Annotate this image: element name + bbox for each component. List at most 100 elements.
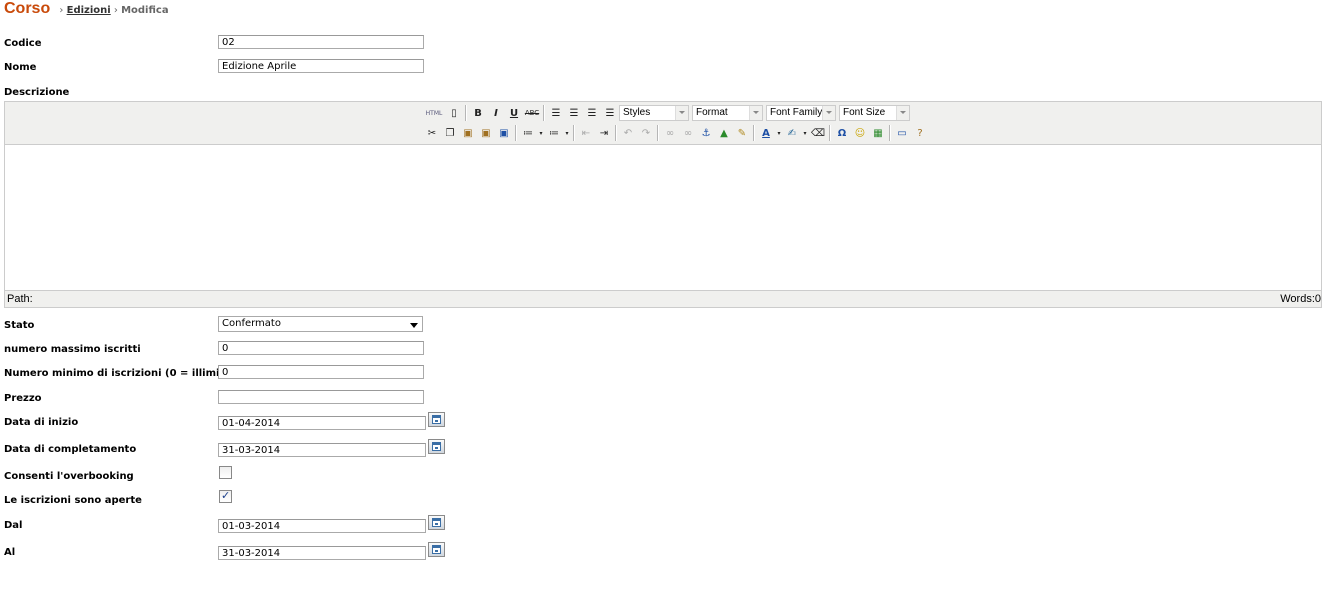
- stato-select[interactable]: Confermato: [218, 316, 423, 332]
- chevron-down-icon: [822, 106, 835, 120]
- background-color-icon[interactable]: ✍: [783, 124, 801, 142]
- indent-icon[interactable]: ⇥: [595, 124, 613, 142]
- copy-icon[interactable]: ❐: [441, 124, 459, 142]
- chevron-down-icon: [896, 106, 909, 120]
- toolbar-row-2: ✂ ❐ ▣ ▣ ▣ ≔ ▾ ≔ ▾ ⇤ ⇥ ↶ ↷ ∞ ∞ ⚓ ▲ ✎ A ▾ …: [423, 123, 929, 143]
- toolbar-separator: [543, 105, 545, 121]
- breadcrumb-current: Modifica: [121, 5, 169, 16]
- toolbar-separator: [829, 125, 831, 141]
- font-size-dropdown[interactable]: Font Size: [839, 105, 910, 121]
- stato-select-value: Confermato: [222, 318, 281, 329]
- media-icon[interactable]: ▦: [869, 124, 887, 142]
- styles-dropdown[interactable]: Styles: [619, 105, 689, 121]
- breadcrumb-separator: ›: [113, 5, 118, 16]
- toolbar-separator: [657, 125, 659, 141]
- outdent-icon[interactable]: ⇤: [577, 124, 595, 142]
- overbooking-checkbox[interactable]: [219, 466, 232, 479]
- editor-statusbar: Path: Words:0: [5, 291, 1321, 307]
- min-iscritti-input[interactable]: [218, 365, 424, 379]
- toolbar-row-1: HTML ▯ B I U ABC ☰ ☰ ☰ ☰ Styles Format F…: [423, 103, 913, 123]
- bold-button[interactable]: B: [469, 104, 487, 122]
- fullscreen-icon[interactable]: ▭: [893, 124, 911, 142]
- chevron-down-icon[interactable]: ▾: [775, 124, 783, 142]
- chevron-down-icon[interactable]: ▾: [537, 124, 545, 142]
- editor-word-count: Words:0: [1280, 293, 1321, 305]
- align-center-icon[interactable]: ☰: [565, 104, 583, 122]
- italic-button[interactable]: I: [487, 104, 505, 122]
- page-header: Corso › Edizioni › Modifica: [4, 0, 169, 22]
- new-document-icon[interactable]: ▯: [445, 104, 463, 122]
- dal-label: Dal: [4, 520, 23, 531]
- redo-icon[interactable]: ↷: [637, 124, 655, 142]
- stato-label: Stato: [4, 320, 35, 331]
- max-iscritti-label: numero massimo iscritti: [4, 344, 141, 355]
- numbered-list-icon[interactable]: ≔: [545, 124, 563, 142]
- nome-label: Nome: [4, 62, 37, 73]
- align-left-icon[interactable]: ☰: [547, 104, 565, 122]
- calendar-page: [432, 545, 441, 554]
- iscrizioni-aperte-checkbox[interactable]: ✓: [219, 490, 232, 503]
- undo-icon[interactable]: ↶: [619, 124, 637, 142]
- chevron-down-icon[interactable]: ▾: [563, 124, 571, 142]
- toolbar-separator: [515, 125, 517, 141]
- paste-text-icon[interactable]: ▣: [477, 124, 495, 142]
- toolbar-separator: [573, 125, 575, 141]
- calendar-icon[interactable]: [428, 412, 445, 427]
- chevron-down-icon: [410, 323, 418, 328]
- toolbar-separator: [615, 125, 617, 141]
- text-color-icon[interactable]: A: [757, 124, 775, 142]
- font-family-dropdown-label: Font Family: [770, 107, 823, 118]
- max-iscritti-input[interactable]: [218, 341, 424, 355]
- page-title: Corso: [4, 0, 51, 17]
- editor-path: Path:: [7, 293, 33, 305]
- rich-text-editor: HTML ▯ B I U ABC ☰ ☰ ☰ ☰ Styles Format F…: [4, 101, 1322, 308]
- align-right-icon[interactable]: ☰: [583, 104, 601, 122]
- calendar-page: [432, 442, 441, 451]
- cleanup-icon[interactable]: ✎: [733, 124, 751, 142]
- toolbar-separator: [465, 105, 467, 121]
- codice-label: Codice: [4, 38, 42, 49]
- underline-button[interactable]: U: [505, 104, 523, 122]
- align-justify-icon[interactable]: ☰: [601, 104, 619, 122]
- paste-word-icon[interactable]: ▣: [495, 124, 513, 142]
- breadcrumb-separator: ›: [59, 5, 64, 16]
- data-inizio-input[interactable]: [218, 416, 426, 430]
- unlink-icon[interactable]: ∞: [679, 124, 697, 142]
- eraser-icon[interactable]: ⌫: [809, 124, 827, 142]
- font-family-dropdown[interactable]: Font Family: [766, 105, 836, 121]
- anchor-icon[interactable]: ⚓: [697, 124, 715, 142]
- al-input[interactable]: [218, 546, 426, 560]
- toolbar-separator: [889, 125, 891, 141]
- image-icon[interactable]: ▲: [715, 124, 733, 142]
- strikethrough-button[interactable]: ABC: [523, 104, 541, 122]
- prezzo-label: Prezzo: [4, 393, 42, 404]
- paste-icon[interactable]: ▣: [459, 124, 477, 142]
- data-completamento-label: Data di completamento: [4, 444, 137, 455]
- bullet-list-icon[interactable]: ≔: [519, 124, 537, 142]
- format-dropdown-label: Format: [696, 107, 728, 118]
- help-icon[interactable]: ?: [911, 124, 929, 142]
- calendar-icon[interactable]: [428, 439, 445, 454]
- nome-input[interactable]: [218, 59, 424, 73]
- al-label: Al: [4, 547, 16, 558]
- emoticon-icon[interactable]: ☺: [851, 124, 869, 142]
- calendar-icon[interactable]: [428, 542, 445, 557]
- codice-input[interactable]: [218, 35, 424, 49]
- chevron-down-icon[interactable]: ▾: [801, 124, 809, 142]
- data-inizio-label: Data di inizio: [4, 417, 79, 428]
- dal-input[interactable]: [218, 519, 426, 533]
- link-icon[interactable]: ∞: [661, 124, 679, 142]
- styles-dropdown-label: Styles: [623, 107, 651, 118]
- breadcrumb-link-edizioni[interactable]: Edizioni: [67, 5, 111, 16]
- data-completamento-input[interactable]: [218, 443, 426, 457]
- editor-toolbar: HTML ▯ B I U ABC ☰ ☰ ☰ ☰ Styles Format F…: [5, 102, 1321, 144]
- prezzo-input[interactable]: [218, 390, 424, 404]
- format-dropdown[interactable]: Format: [692, 105, 763, 121]
- chevron-down-icon: [749, 106, 762, 120]
- editor-content-area[interactable]: [5, 144, 1321, 291]
- html-source-button[interactable]: HTML: [423, 104, 445, 122]
- calendar-icon[interactable]: [428, 515, 445, 530]
- font-size-dropdown-label: Font Size: [843, 107, 886, 118]
- cut-icon[interactable]: ✂: [423, 124, 441, 142]
- special-char-icon[interactable]: Ω: [833, 124, 851, 142]
